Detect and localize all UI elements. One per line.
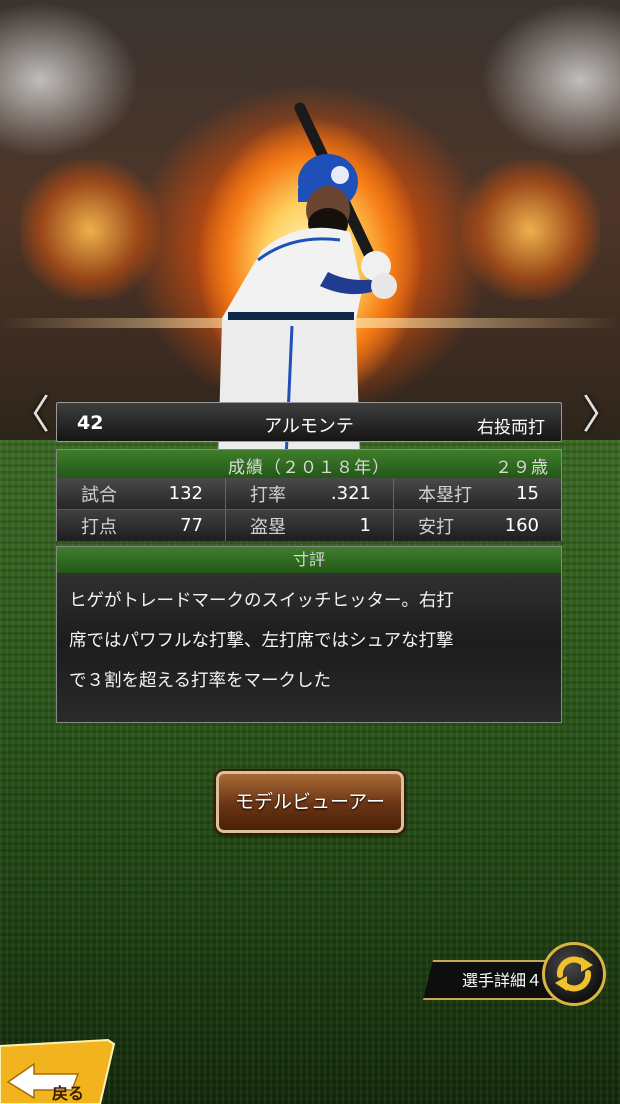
- stat-batting-average: 打率 .321: [225, 478, 393, 509]
- back-button[interactable]: 戻る: [0, 1038, 116, 1104]
- stats-row: 試合 132 打率 .321 本塁打 15: [57, 478, 561, 509]
- stat-label: 盗塁: [250, 516, 286, 538]
- stat-stolen-bases: 盗塁 1: [225, 510, 393, 541]
- stat-rbi: 打点 77: [57, 510, 225, 541]
- player-age: ２９歳: [495, 458, 549, 478]
- stat-value: 77: [180, 515, 203, 536]
- stat-home-runs: 本塁打 15: [393, 478, 561, 509]
- next-player-arrow[interactable]: 〉: [582, 382, 620, 440]
- player-detail-button[interactable]: 選手詳細４: [418, 942, 614, 1006]
- stat-label: 安打: [418, 516, 454, 538]
- stat-value: 1: [359, 515, 371, 536]
- stats-title: 成績（２０１８年）: [228, 458, 390, 478]
- stat-value: 15: [516, 483, 539, 504]
- review-text: ヒゲがトレードマークのスイッチヒッター。右打 席ではパワフルな打撃、左打席ではシ…: [57, 573, 561, 701]
- stats-panel: 成績（２０１８年） ２９歳 試合 132 打率 .321 本塁打 15 打点 7…: [56, 449, 562, 541]
- stat-label: 試合: [81, 484, 117, 506]
- review-header: 寸評: [57, 547, 561, 573]
- model-viewer-button[interactable]: モデルビューアー: [216, 771, 404, 833]
- stats-row: 打点 77 盗塁 1 安打 160: [57, 509, 561, 541]
- review-line: 席ではパワフルな打撃、左打席ではシュアな打撃: [69, 631, 454, 651]
- stat-value: .321: [330, 483, 371, 504]
- review-line: で３割を超える打率をマークした: [69, 671, 331, 691]
- swap-arrows-icon[interactable]: [542, 942, 606, 1006]
- flame-effect-right: [460, 160, 600, 300]
- stat-label: 本塁打: [418, 484, 472, 506]
- stat-games: 試合 132: [57, 478, 225, 509]
- stat-value: 160: [504, 515, 539, 536]
- throw-bat-label: 右投両打: [477, 418, 545, 438]
- review-line: ヒゲがトレードマークのスイッチヒッター。右打: [69, 591, 454, 611]
- flame-effect-left: [20, 160, 160, 300]
- stat-label: 打率: [250, 484, 286, 506]
- stat-value: 132: [168, 483, 203, 504]
- stats-header: 成績（２０１８年） ２９歳: [57, 450, 561, 478]
- review-panel: 寸評 ヒゲがトレードマークのスイッチヒッター。右打 席ではパワフルな打撃、左打席…: [56, 546, 562, 723]
- stat-hits: 安打 160: [393, 510, 561, 541]
- back-label: 戻る: [52, 1084, 85, 1103]
- prev-player-arrow[interactable]: 〈: [10, 382, 50, 440]
- stat-label: 打点: [81, 516, 117, 538]
- player-name-bar: 42 アルモンテ 右投両打: [56, 402, 562, 442]
